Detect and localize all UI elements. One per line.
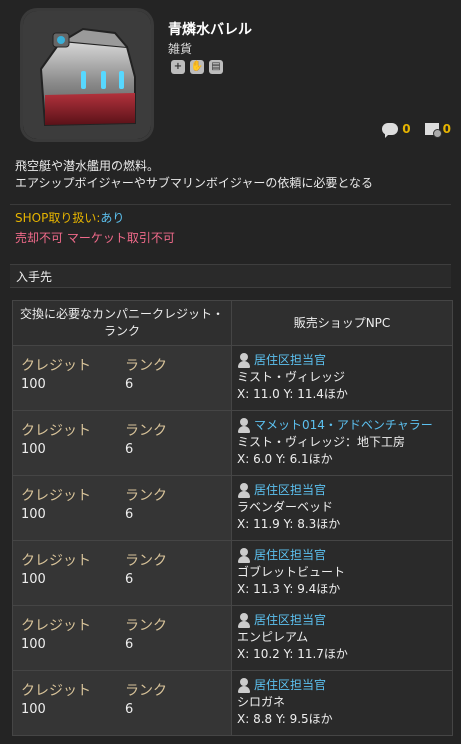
table-row: クレジット 100 ランク 6 居住区担当官 エンピレアム X: 10.2 Y: 11.7ほ… — [12, 605, 453, 671]
npc-coordinates: X: 10.2 Y: 11.7ほか — [237, 647, 348, 661]
trait-icons: + ✋ ▤ — [171, 60, 223, 74]
credit-label: クレジット — [21, 553, 91, 569]
comment-count: 0 — [402, 122, 411, 136]
rank-label: ランク — [125, 683, 167, 699]
npc-link[interactable]: 居住区担当官 — [237, 482, 452, 499]
rank-value: 6 — [125, 442, 134, 457]
credit-label: クレジット — [21, 423, 91, 439]
rank-label: ランク — [125, 488, 167, 504]
column-header-npc: 販売ショップNPC — [231, 300, 453, 346]
npc-coordinates: X: 11.0 Y: 11.4ほか — [237, 387, 348, 401]
credit-label: クレジット — [21, 488, 91, 504]
trade-restrictions: 売却不可 マーケット取引不可 — [15, 231, 175, 245]
npc-location: ラベンダーベッド — [237, 500, 334, 514]
rank-value: 6 — [125, 637, 134, 652]
person-icon — [237, 548, 251, 563]
person-icon — [237, 418, 251, 433]
npc-location: エンピレアム — [237, 630, 309, 644]
vendor-table: 交換に必要なカンパニークレジット・ランク 販売ショップNPC クレジット 100 ラ… — [12, 300, 453, 736]
credit-cell: クレジット 100 ランク 6 — [12, 475, 232, 541]
description-line: エアシップボイジャーやサブマリンボイジャーの依頼に必要となる — [15, 176, 373, 190]
npc-coordinates: X: 6.0 Y: 6.1ほか — [237, 452, 333, 466]
person-icon — [237, 483, 251, 498]
npc-cell: 居住区担当官 ミスト・ヴィレッジ X: 11.0 Y: 11.4ほか — [231, 345, 453, 411]
column-header-credit: 交換に必要なカンパニークレジット・ランク — [12, 300, 232, 346]
table-row: クレジット 100 ランク 6 居住区担当官 ラベンダーベッド X: 11.9 Y: 8.3… — [12, 475, 453, 541]
npc-link[interactable]: 居住区担当官 — [237, 547, 452, 564]
screenshot-counter[interactable]: 0 — [424, 122, 451, 138]
npc-coordinates: X: 11.9 Y: 8.3ほか — [237, 517, 341, 531]
person-icon — [237, 678, 251, 693]
shop-icon: ▤ — [209, 60, 223, 74]
screenshot-icon — [424, 123, 442, 138]
npc-name[interactable]: 居住区担当官 — [254, 482, 326, 499]
npc-location: シロガネ — [237, 695, 286, 709]
shop-availability: SHOP取り扱い:あり — [15, 209, 124, 226]
comment-icon — [382, 123, 399, 138]
credit-value: 100 — [21, 442, 46, 457]
table-row: クレジット 100 ランク 6 居住区担当官 シロガネ X: 8.8 Y: 9.5ほか — [12, 670, 453, 736]
comment-counter[interactable]: 0 — [382, 122, 411, 138]
npc-name[interactable]: 居住区担当官 — [254, 612, 326, 629]
credit-label: クレジット — [21, 358, 91, 374]
rank-value: 6 — [125, 572, 134, 587]
npc-link[interactable]: マメット014・アドベンチャラー — [237, 417, 452, 434]
shop-value: あり — [100, 211, 125, 225]
hand-icon: ✋ — [190, 60, 204, 74]
npc-link[interactable]: 居住区担当官 — [237, 612, 452, 629]
shop-label: SHOP取り扱い: — [15, 211, 101, 225]
npc-link[interactable]: 居住区担当官 — [237, 677, 452, 694]
rank-label: ランク — [125, 358, 167, 374]
npc-coordinates: X: 11.3 Y: 9.4ほか — [237, 582, 341, 596]
npc-coordinates: X: 8.8 Y: 9.5ほか — [237, 712, 333, 726]
table-row: クレジット 100 ランク 6 居住区担当官 ミスト・ヴィレッジ X: 11.0 Y: 11… — [12, 345, 453, 411]
npc-cell: 居住区担当官 エンピレアム X: 10.2 Y: 11.7ほか — [231, 605, 453, 671]
npc-cell: 居住区担当官 ラベンダーベッド X: 11.9 Y: 8.3ほか — [231, 475, 453, 541]
plus-icon: + — [171, 60, 185, 74]
person-icon — [237, 353, 251, 368]
item-description: 飛空艇や潜水艦用の燃料。 エアシップボイジャーやサブマリンボイジャーの依頼に必要… — [15, 158, 373, 192]
credit-value: 100 — [21, 377, 46, 392]
credit-value: 100 — [21, 507, 46, 522]
npc-location: ミスト・ヴィレッジ — [237, 370, 346, 384]
table-row: クレジット 100 ランク 6 居住区担当官 ゴブレットビュート X: 11.3 Y: 9.… — [12, 540, 453, 606]
npc-cell: 居住区担当官 シロガネ X: 8.8 Y: 9.5ほか — [231, 670, 453, 736]
person-icon — [237, 613, 251, 628]
item-header: 青燐水バレル 雑貨 + ✋ ▤ 0 0 — [0, 0, 461, 150]
credit-label: クレジット — [21, 683, 91, 699]
section-title-acquisition: 入手先 — [10, 264, 451, 288]
item-category: 雑貨 — [168, 42, 193, 56]
credit-label: クレジット — [21, 618, 91, 634]
npc-link[interactable]: 居住区担当官 — [237, 352, 452, 369]
description-line: 飛空艇や潜水艦用の燃料。 — [15, 159, 160, 173]
item-name: 青燐水バレル — [168, 22, 252, 38]
rank-label: ランク — [125, 618, 167, 634]
rank-label: ランク — [125, 553, 167, 569]
divider — [10, 204, 451, 205]
counters: 0 0 — [382, 122, 451, 138]
credit-cell: クレジット 100 ランク 6 — [12, 410, 232, 476]
credit-value: 100 — [21, 572, 46, 587]
npc-name[interactable]: 居住区担当官 — [254, 547, 326, 564]
npc-cell: 居住区担当官 ゴブレットビュート X: 11.3 Y: 9.4ほか — [231, 540, 453, 606]
npc-name[interactable]: マメット014・アドベンチャラー — [254, 417, 433, 434]
credit-value: 100 — [21, 637, 46, 652]
npc-location: ミスト・ヴィレッジ：地下工房 — [237, 435, 406, 449]
npc-cell: マメット014・アドベンチャラー ミスト・ヴィレッジ：地下工房 X: 6.0 Y: … — [231, 410, 453, 476]
credit-value: 100 — [21, 702, 46, 717]
npc-location: ゴブレットビュート — [237, 565, 346, 579]
npc-name[interactable]: 居住区担当官 — [254, 677, 326, 694]
table-row: クレジット 100 ランク 6 マメット014・アドベンチャラー ミスト・ヴィレッジ：地下… — [12, 410, 453, 476]
screenshot-count: 0 — [442, 122, 451, 136]
rank-label: ランク — [125, 423, 167, 439]
fuel-canister-icon — [23, 11, 151, 139]
rank-value: 6 — [125, 507, 134, 522]
rank-value: 6 — [125, 702, 134, 717]
credit-cell: クレジット 100 ランク 6 — [12, 345, 232, 411]
npc-name[interactable]: 居住区担当官 — [254, 352, 326, 369]
credit-cell: クレジット 100 ランク 6 — [12, 540, 232, 606]
credit-cell: クレジット 100 ランク 6 — [12, 605, 232, 671]
rank-value: 6 — [125, 377, 134, 392]
credit-cell: クレジット 100 ランク 6 — [12, 670, 232, 736]
